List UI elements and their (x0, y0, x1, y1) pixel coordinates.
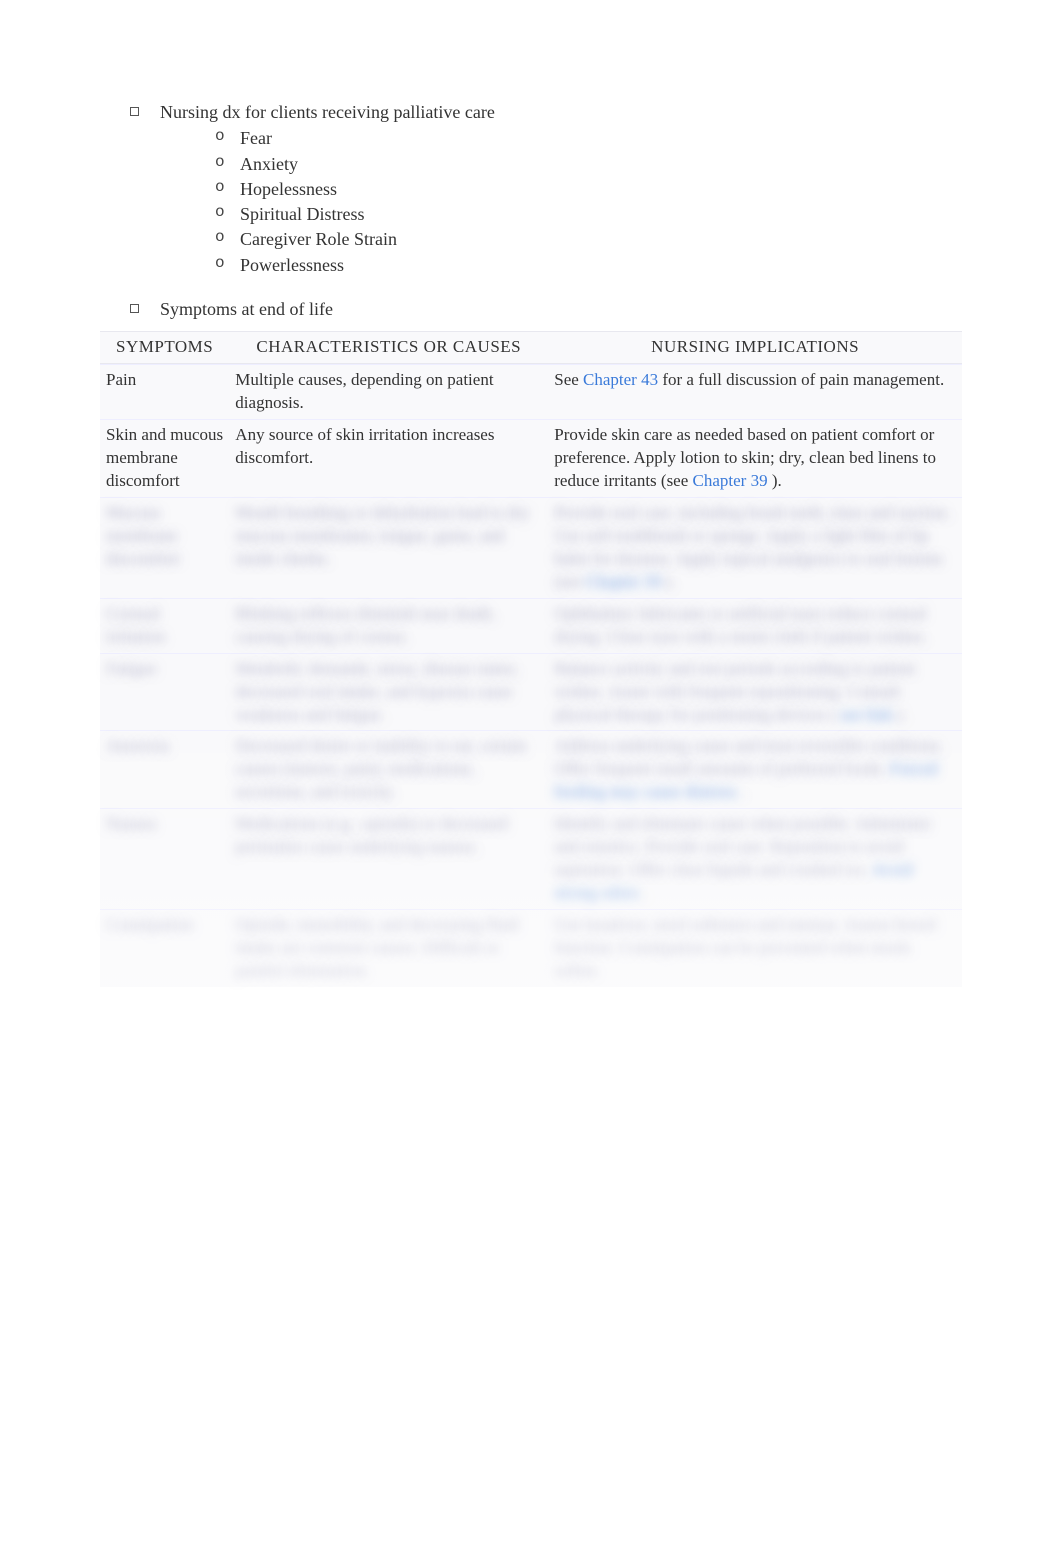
cell-characteristics: Decreased desire or inability to eat, ce… (229, 730, 548, 808)
symptoms-table: SYMPTOMS CHARACTERISTICS OR CAUSES NURSI… (100, 331, 962, 986)
table-row-blurred: Mucous membrane discomfort Mouth breathi… (100, 497, 962, 598)
chapter-link: see link (840, 705, 892, 724)
cell-symptom: Anorexia (100, 730, 229, 808)
cell-symptom: Corneal irritation (100, 598, 229, 653)
table-row-blurred: Anorexia Decreased desire or inability t… (100, 730, 962, 808)
cell-nursing: Address underlying cause and treat rever… (548, 730, 962, 808)
sub-item: Hopelessness (215, 177, 962, 201)
col-header-characteristics: CHARACTERISTICS OR CAUSES (229, 331, 548, 364)
cell-nursing: Use laxatives, stool softeners and enema… (548, 909, 962, 987)
nursing-dx-sublist: Fear Anxiety Hopelessness Spiritual Dist… (160, 126, 962, 277)
table-row: Skin and mucous membrane discomfort Any … (100, 419, 962, 497)
cell-symptom: Mucous membrane discomfort (100, 497, 229, 598)
cell-nursing: Balance activity and rest periods accord… (548, 653, 962, 731)
outline-list-2: Symptoms at end of life (100, 297, 962, 321)
cell-nursing: Identify and eliminate cause when possib… (548, 808, 962, 909)
outline-item-label: Nursing dx for clients receiving palliat… (160, 102, 495, 122)
sub-item: Powerlessness (215, 253, 962, 277)
symptoms-table-wrap: SYMPTOMS CHARACTERISTICS OR CAUSES NURSI… (100, 331, 962, 986)
outline-item-symptoms: Symptoms at end of life (130, 297, 962, 321)
cell-characteristics: Multiple causes, depending on patient di… (229, 364, 548, 419)
table-row-blurred: Fatigue Metabolic demands, stress, disea… (100, 653, 962, 731)
table-row-blurred: Corneal irritation Blinking reflexes dim… (100, 598, 962, 653)
table-row-blurred: Nausea Medications (e.g., opioids) or de… (100, 808, 962, 909)
table-header-row: SYMPTOMS CHARACTERISTICS OR CAUSES NURSI… (100, 331, 962, 364)
cell-characteristics: Metabolic demands, stress, disease state… (229, 653, 548, 731)
col-header-symptoms: SYMPTOMS (100, 331, 229, 364)
cell-nursing: Provide skin care as needed based on pat… (548, 419, 962, 497)
cell-nursing: Provide oral care, including brush teeth… (548, 497, 962, 598)
table-row-blurred: Constipation Opioids, immobility, and de… (100, 909, 962, 987)
cell-symptom: Pain (100, 364, 229, 419)
sub-item: Fear (215, 126, 962, 150)
sub-item: Anxiety (215, 152, 962, 176)
outline-list: Nursing dx for clients receiving palliat… (100, 100, 962, 277)
cell-symptom: Fatigue (100, 653, 229, 731)
outline-item-label: Symptoms at end of life (160, 299, 333, 319)
cell-nursing: Ophthalmic lubricants or artificial tear… (548, 598, 962, 653)
cell-characteristics: Blinking reflexes diminish near death, c… (229, 598, 548, 653)
chapter-link[interactable]: Chapter 39 (693, 471, 768, 490)
cell-nursing: See Chapter 43 for a full discussion of … (548, 364, 962, 419)
outline-item-nursing-dx: Nursing dx for clients receiving palliat… (130, 100, 962, 277)
table-row: Pain Multiple causes, depending on patie… (100, 364, 962, 419)
cell-characteristics: Any source of skin irritation increases … (229, 419, 548, 497)
cell-symptom: Nausea (100, 808, 229, 909)
chapter-link: Chapter 39 (586, 572, 661, 591)
cell-symptom: Skin and mucous membrane discomfort (100, 419, 229, 497)
col-header-nursing: NURSING IMPLICATIONS (548, 331, 962, 364)
sub-item: Spiritual Distress (215, 202, 962, 226)
chapter-link[interactable]: Chapter 43 (583, 370, 658, 389)
sub-item: Caregiver Role Strain (215, 227, 962, 251)
cell-symptom: Constipation (100, 909, 229, 987)
cell-characteristics: Medications (e.g., opioids) or decreased… (229, 808, 548, 909)
cell-characteristics: Mouth breathing or dehydration lead to d… (229, 497, 548, 598)
cell-characteristics: Opioids, immobility, and decreasing flui… (229, 909, 548, 987)
